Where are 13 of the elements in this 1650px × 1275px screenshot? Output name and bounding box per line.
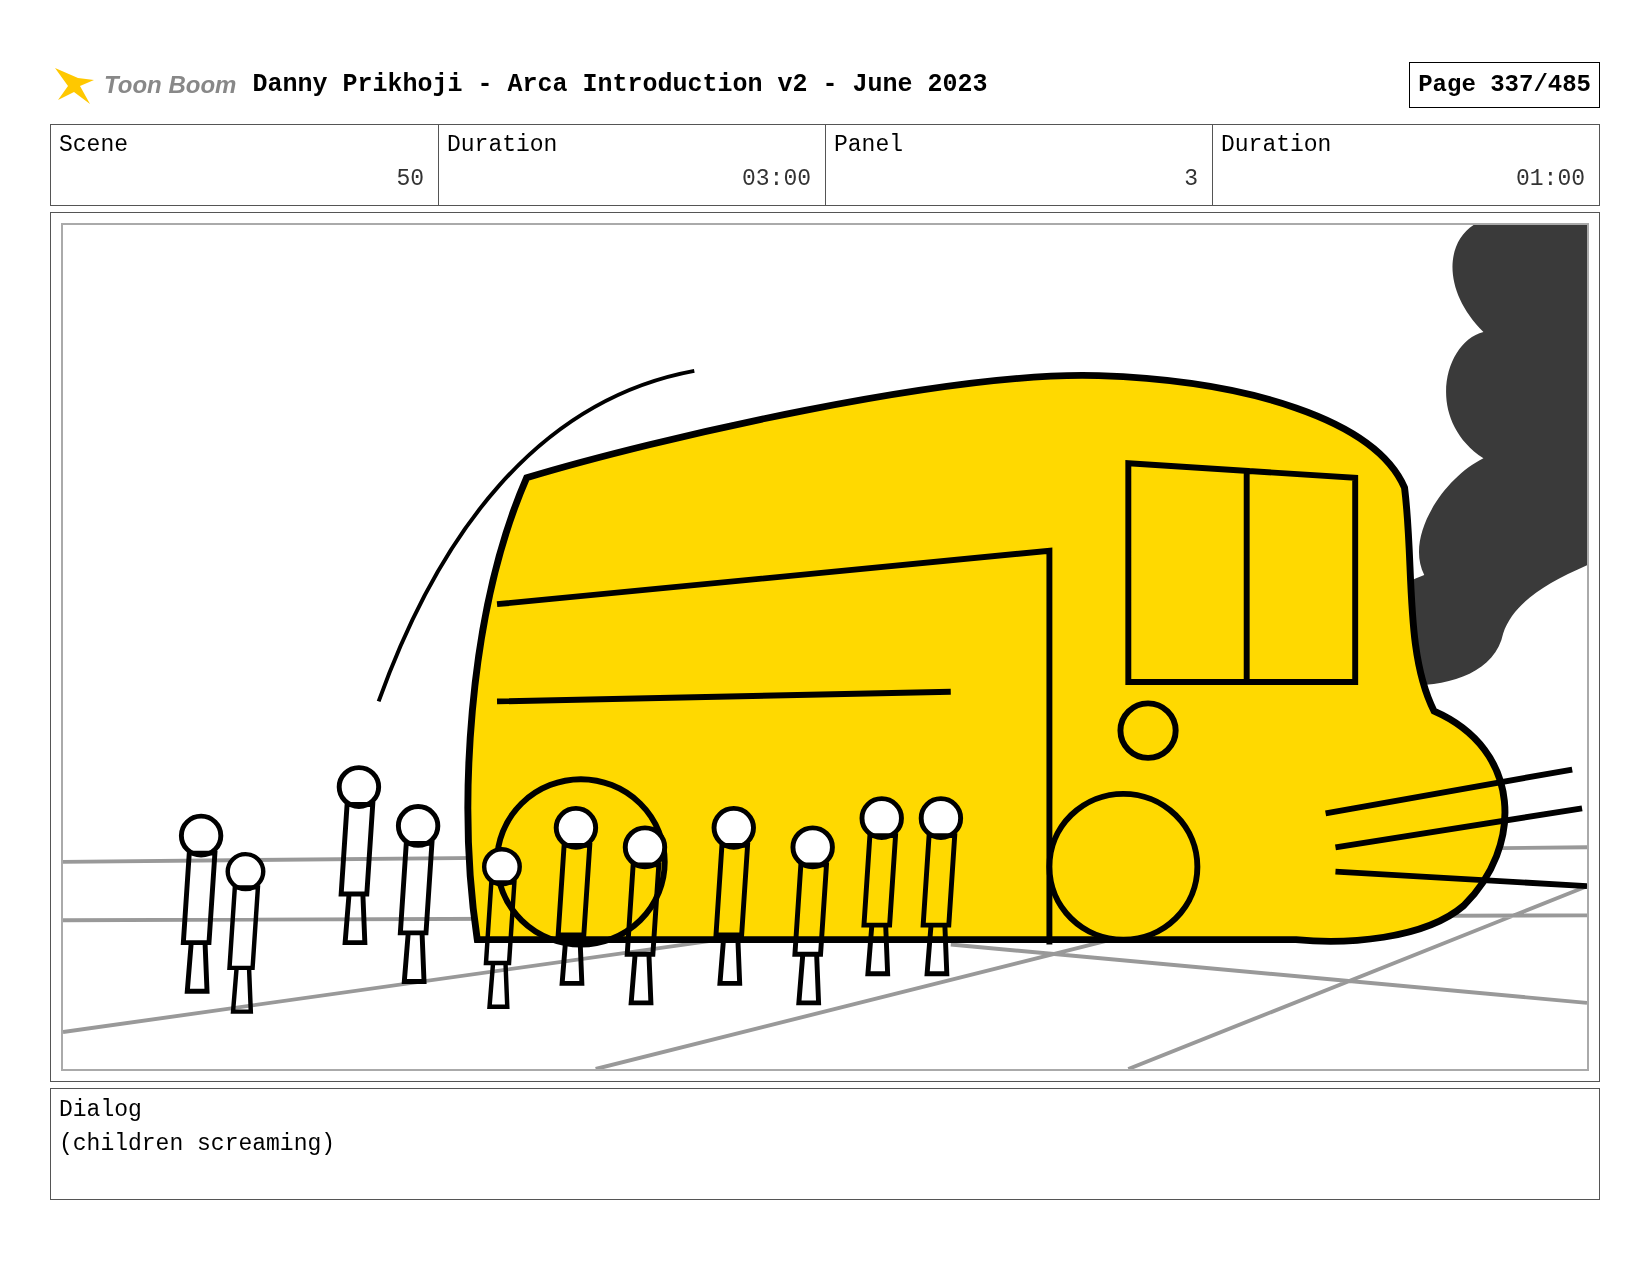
page-number: Page 337/485 bbox=[1409, 62, 1600, 108]
field-label: Duration bbox=[447, 131, 559, 160]
field-label: Scene bbox=[59, 131, 129, 160]
field-value: 03:00 bbox=[742, 165, 811, 194]
dialog-text: (children screaming) bbox=[59, 1130, 337, 1159]
field-value: 01:00 bbox=[1516, 165, 1585, 194]
dialog-label: Dialog bbox=[59, 1096, 143, 1125]
field-value: 50 bbox=[396, 165, 424, 194]
field-label: Duration bbox=[1221, 131, 1333, 160]
field-label: Panel bbox=[834, 131, 904, 160]
field-value: 3 bbox=[1184, 165, 1198, 194]
page-title: Danny Prikhoji - Arca Introduction v2 - June 2023 bbox=[252, 69, 988, 102]
logo-text: Toon Boom bbox=[104, 70, 237, 100]
